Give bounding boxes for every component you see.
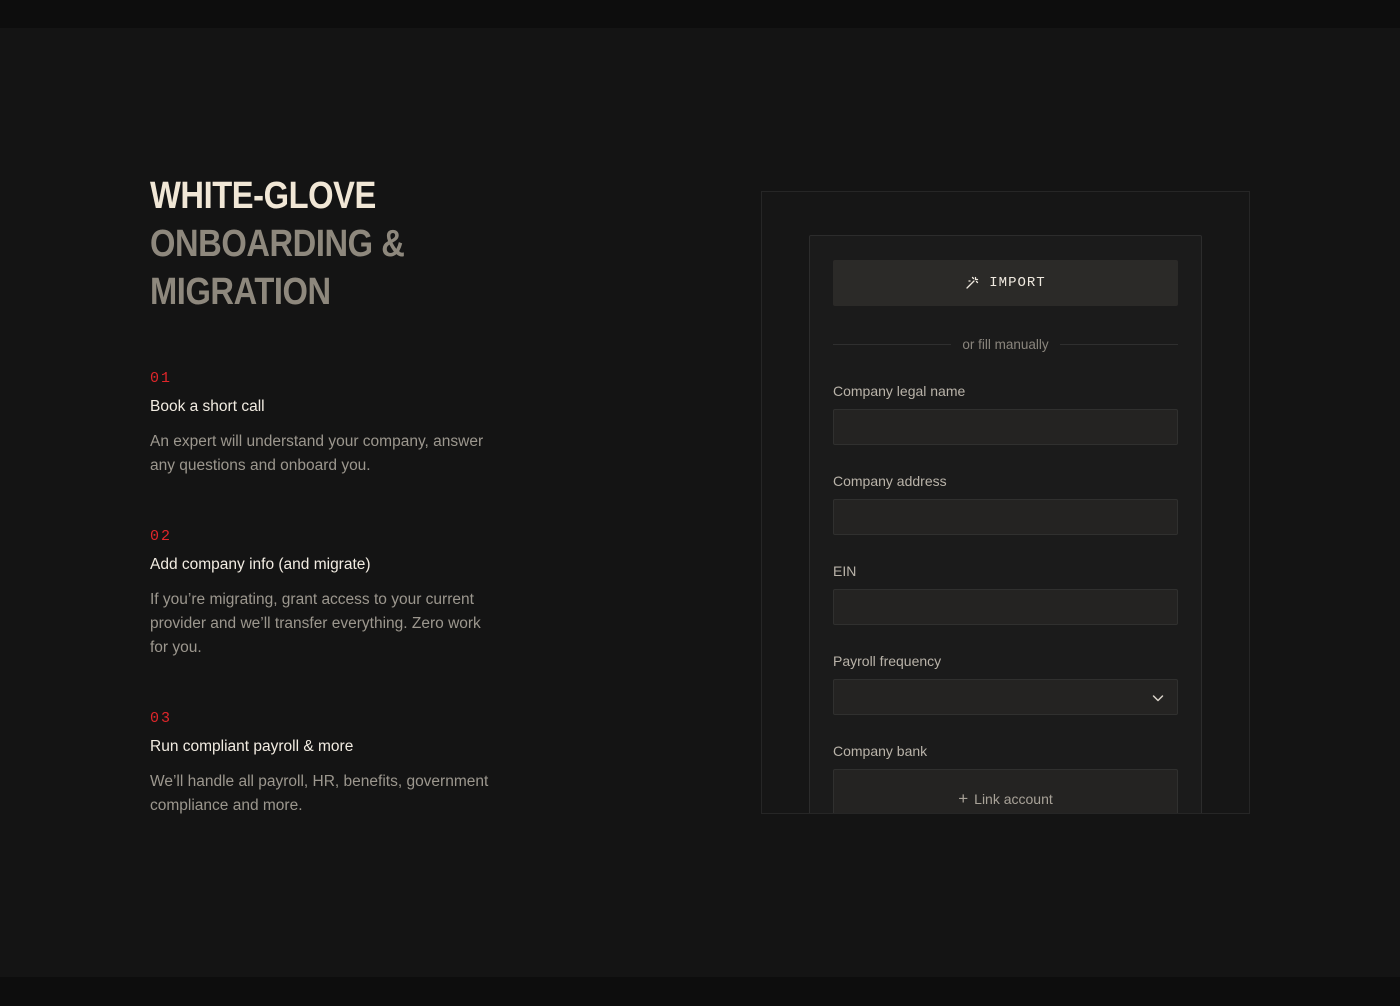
magic-wand-icon: [965, 276, 979, 290]
step-title: Book a short call: [150, 398, 265, 415]
divider-text: or fill manually: [962, 336, 1049, 352]
field-input-wrapper: [833, 589, 1178, 625]
ein-field: EIN: [833, 562, 1178, 625]
company-legal-name-input[interactable]: [834, 410, 1177, 444]
step-1: 01 Book a short call An expert will unde…: [150, 370, 510, 478]
link-account-button[interactable]: + Link account: [833, 769, 1178, 813]
step-title: Add company info (and migrate): [150, 556, 371, 573]
step-number: 01: [150, 370, 173, 387]
or-divider: or fill manually: [833, 334, 1178, 354]
company-bank-field: Company bank + Link account: [833, 742, 1178, 813]
step-number: 02: [150, 528, 173, 545]
headline-line-3: MIGRATION: [150, 271, 331, 313]
company-address-field: Company address: [833, 472, 1178, 535]
plus-icon: +: [958, 789, 969, 808]
import-button-label: IMPORT: [989, 275, 1046, 291]
headline-line-1: WHITE-GLOVE: [150, 175, 376, 217]
field-label: Payroll frequency: [833, 653, 942, 669]
onboarding-intro: WHITE-GLOVE ONBOARDING & MIGRATION 01 Bo…: [150, 172, 510, 814]
link-account-label: Link account: [974, 791, 1053, 807]
company-address-input[interactable]: [834, 500, 1177, 534]
form-preview-frame: IMPORT or fill manually Company legal na…: [761, 191, 1250, 814]
company-legal-name-field: Company legal name: [833, 382, 1178, 445]
field-label: Company legal name: [833, 383, 966, 399]
payroll-frequency-field: Payroll frequency: [833, 652, 1178, 715]
company-info-form: IMPORT or fill manually Company legal na…: [809, 235, 1202, 813]
headline-line-2: ONBOARDING &: [150, 223, 405, 265]
divider-line: [833, 343, 952, 345]
payroll-frequency-select[interactable]: [833, 679, 1178, 715]
field-label: Company address: [833, 473, 947, 489]
import-button[interactable]: IMPORT: [833, 260, 1178, 306]
top-bar: [0, 0, 1400, 28]
step-2: 02 Add company info (and migrate) If you…: [150, 528, 510, 660]
step-number: 03: [150, 710, 173, 727]
ein-input[interactable]: [834, 590, 1177, 624]
chevron-down-icon: [1151, 691, 1165, 705]
field-label: EIN: [833, 563, 857, 579]
divider-line: [1059, 343, 1178, 345]
step-description: If you’re migrating, grant access to you…: [150, 591, 481, 656]
field-input-wrapper: [833, 409, 1178, 445]
step-description: An expert will understand your company, …: [150, 433, 484, 474]
field-label: Company bank: [833, 743, 928, 759]
bottom-bar: [0, 977, 1400, 1006]
page-title: WHITE-GLOVE ONBOARDING & MIGRATION: [150, 172, 460, 316]
step-description: We’ll handle all payroll, HR, benefits, …: [150, 773, 489, 814]
field-input-wrapper: [833, 499, 1178, 535]
step-3: 03 Run compliant payroll & more We’ll ha…: [150, 710, 510, 818]
step-title: Run compliant payroll & more: [150, 738, 354, 755]
